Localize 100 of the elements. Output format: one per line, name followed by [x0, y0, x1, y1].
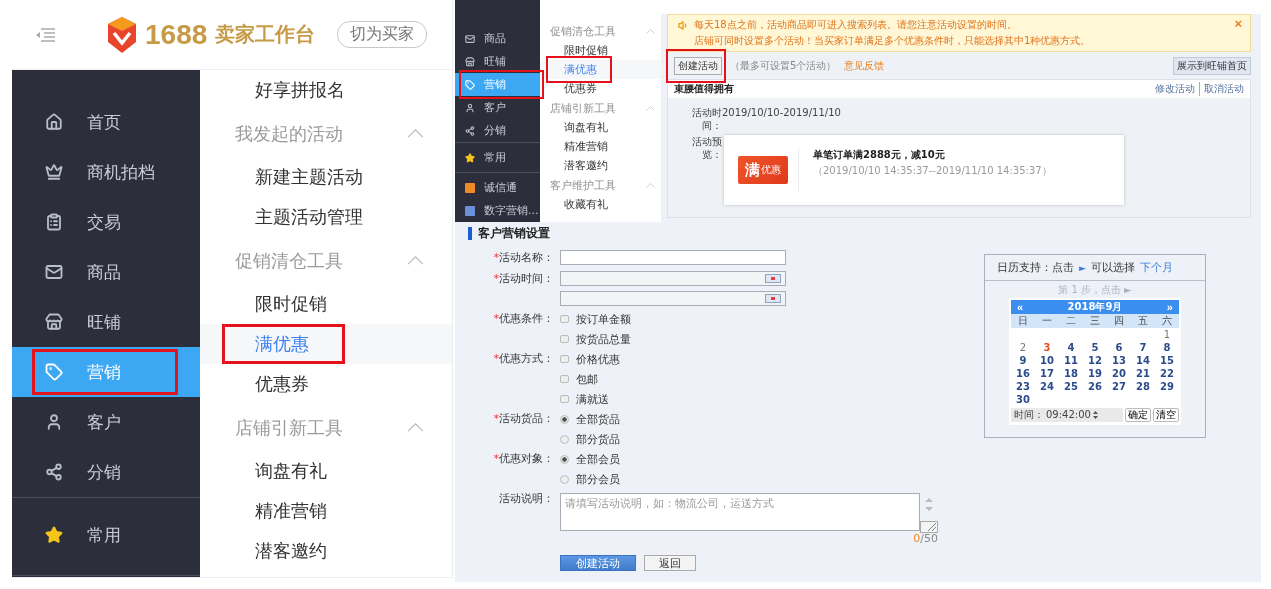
checkbox[interactable] [560, 315, 569, 323]
checkbox[interactable] [560, 395, 569, 403]
calendar-day[interactable]: 8 [1155, 341, 1179, 354]
confirm-button[interactable]: 确定 [1125, 407, 1151, 422]
sidebar-item[interactable]: 商品 [455, 27, 540, 50]
submenu-item[interactable]: 询盘有礼 [200, 451, 452, 491]
calendar-day[interactable]: 7 [1131, 341, 1155, 354]
submenu-item[interactable]: 限时促销 [200, 284, 452, 324]
calendar-day[interactable]: 30 [1011, 393, 1035, 406]
calendar-day[interactable]: 2 [1011, 341, 1035, 354]
checkbox[interactable] [560, 375, 569, 383]
checkbox-option[interactable]: 按货品总量 [560, 329, 631, 349]
calendar-day[interactable]: 21 [1131, 367, 1155, 380]
menu-group[interactable]: 促销清仓工具 [540, 21, 661, 41]
radio-button[interactable] [560, 434, 569, 444]
sidebar-item[interactable]: 常用 [455, 146, 540, 169]
calendar-day[interactable]: 28 [1131, 380, 1155, 393]
calendar-day[interactable]: 16 [1011, 367, 1035, 380]
sidebar-item[interactable]: 商机拍档 [12, 147, 200, 197]
calendar-day[interactable]: 20 [1107, 367, 1131, 380]
action-link[interactable]: 修改活动 [1155, 82, 1195, 96]
switch-button[interactable]: 切为买家 [337, 21, 428, 48]
checkbox-option[interactable]: 包邮 [560, 369, 620, 389]
radio-option[interactable]: 全部货品 [560, 409, 620, 429]
calendar-day[interactable]: 4 [1059, 341, 1083, 354]
radio-option[interactable]: 部分会员 [560, 469, 620, 489]
sidebar-item[interactable]: 交易 [12, 197, 200, 247]
radio-option[interactable]: 部分货品 [560, 429, 620, 449]
calendar-day[interactable]: 10 [1035, 354, 1059, 367]
checkbox[interactable] [560, 335, 569, 343]
sidebar-item[interactable]: 诚信通 [455, 176, 540, 199]
sidebar-item[interactable]: 首页 [12, 97, 200, 147]
calendar-day[interactable]: 12 [1083, 354, 1107, 367]
submenu-item[interactable]: 精准营销 [540, 137, 661, 156]
time-field[interactable]: 时间： 09:42:00 [1011, 407, 1123, 422]
calendar-icon[interactable] [765, 274, 781, 283]
sidebar-item[interactable]: 常用 [12, 510, 200, 560]
date-field[interactable] [560, 291, 786, 306]
submenu-item[interactable]: 收藏有礼 [540, 195, 661, 214]
submenu-item[interactable]: 潜客邀约 [200, 531, 452, 571]
radio-option[interactable]: 全部会员 [560, 449, 620, 469]
description-field[interactable]: 请填写活动说明，如：物流公司，运送方式 [560, 493, 920, 531]
calendar-day[interactable]: 1 [1155, 328, 1179, 341]
sidebar-item[interactable]: 客户 [455, 96, 540, 119]
sidebar-item[interactable]: 分销 [12, 447, 200, 497]
checkbox-option[interactable]: 价格优惠 [560, 349, 620, 369]
calendar-day[interactable]: 5 [1083, 341, 1107, 354]
sidebar-item[interactable]: 旺铺 [12, 297, 200, 347]
calendar-day[interactable]: 11 [1059, 354, 1083, 367]
calendar-day[interactable]: 23 [1011, 380, 1035, 393]
calendar-day[interactable]: 3 [1035, 341, 1059, 354]
calendar-day[interactable]: 26 [1083, 380, 1107, 393]
submenu-item[interactable]: 优惠券 [200, 364, 452, 404]
calendar-day[interactable]: 17 [1035, 367, 1059, 380]
menu-group[interactable]: 客户维护工具 [540, 175, 661, 195]
calendar-day[interactable]: 13 [1107, 354, 1131, 367]
submenu-item[interactable]: 主题活动管理 [200, 197, 452, 237]
arrow-icon: ► [1079, 262, 1086, 273]
submenu-item[interactable]: 优惠券 [540, 79, 661, 98]
submenu-item[interactable]: 精准营销 [200, 491, 452, 531]
back-button[interactable]: 返回 [644, 555, 696, 571]
sidebar-item[interactable]: 客户 [12, 397, 200, 447]
calendar-day[interactable]: 24 [1035, 380, 1059, 393]
radio-button[interactable] [560, 474, 569, 484]
checkbox-option[interactable]: 满就送 [560, 389, 620, 409]
submenu-item[interactable]: 询盘有礼 [540, 118, 661, 137]
calendar-day[interactable]: 18 [1059, 367, 1083, 380]
checkbox[interactable] [560, 355, 569, 363]
submenu-item[interactable]: 好享拼报名 [200, 70, 452, 110]
input-field[interactable] [560, 250, 786, 265]
radio-button[interactable] [560, 454, 569, 464]
submenu-item[interactable]: 满优惠 [200, 324, 452, 364]
calendar-day[interactable]: 6 [1107, 341, 1131, 354]
calendar-day[interactable]: 9 [1011, 354, 1035, 367]
clear-button[interactable]: 清空 [1153, 407, 1179, 422]
calendar-day[interactable]: 22 [1155, 367, 1179, 380]
date-field[interactable] [560, 271, 786, 286]
menu-icon[interactable] [35, 26, 55, 43]
calendar-icon[interactable] [765, 294, 781, 303]
calendar-day[interactable]: 15 [1155, 354, 1179, 367]
submenu-item[interactable]: 潜客邀约 [540, 156, 661, 175]
sidebar-item[interactable]: 数字营销... [455, 199, 540, 222]
calendar-day[interactable]: 19 [1083, 367, 1107, 380]
submenu-item[interactable]: 新建主题活动 [200, 157, 452, 197]
calendar-day[interactable]: 14 [1131, 354, 1155, 367]
sidebar-item[interactable]: 旺铺 [455, 50, 540, 73]
sidebar-item[interactable]: 商品 [12, 247, 200, 297]
create-button[interactable]: 创建活动 [560, 555, 636, 571]
next-month-link[interactable]: 下个月 [1139, 260, 1173, 275]
menu-group[interactable]: 店铺引新工具 [540, 98, 661, 118]
calendar-day[interactable]: 27 [1107, 380, 1131, 393]
radio-button[interactable] [560, 414, 569, 424]
calendar-day[interactable]: 25 [1059, 380, 1083, 393]
sidebar-item[interactable]: 分销 [455, 119, 540, 142]
showcase-button[interactable]: 展示到旺铺首页 [1173, 56, 1251, 75]
checkbox-option[interactable]: 按订单金额 [560, 309, 631, 329]
create-button[interactable]: 创建活动 [674, 56, 722, 75]
action-link[interactable]: 取消活动 [1199, 82, 1244, 96]
submenu-item[interactable]: 限时促销 [540, 41, 661, 60]
calendar-day[interactable]: 29 [1155, 380, 1179, 393]
